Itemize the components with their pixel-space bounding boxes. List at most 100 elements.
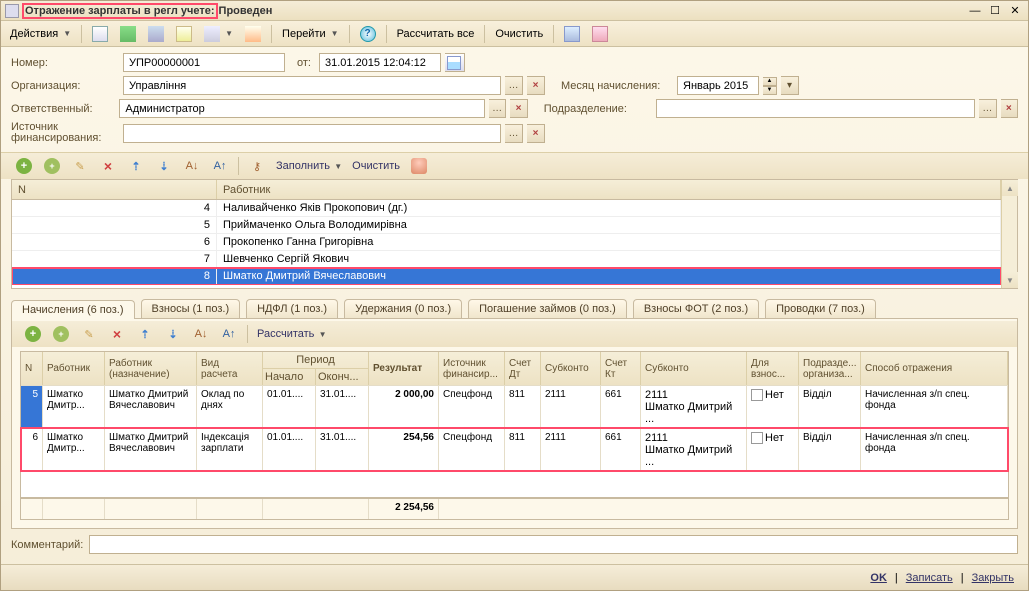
g2h-n[interactable]: N — [21, 352, 43, 385]
checkbox[interactable] — [751, 432, 763, 444]
g2-add2[interactable]: + — [48, 324, 74, 344]
dept-clear[interactable]: × — [1001, 99, 1018, 118]
fund-input[interactable] — [123, 124, 501, 143]
g2h-contr[interactable]: Для взнос... — [747, 352, 799, 385]
dept-input[interactable] — [656, 99, 975, 118]
g2h-kt[interactable]: Счет Кт — [601, 352, 641, 385]
g1-clear[interactable]: Очистить — [348, 158, 404, 174]
tab[interactable]: Взносы ФОТ (2 поз.) — [633, 299, 759, 318]
grid2-total-row: 2 254,56 — [21, 497, 1008, 519]
g2h-sk2[interactable]: Субконто — [641, 352, 747, 385]
g2h-worker-assign[interactable]: Работник (назначение) — [105, 352, 197, 385]
g2h-dept[interactable]: Подразде... организа... — [799, 352, 861, 385]
tb-hier[interactable] — [240, 24, 266, 44]
g2h-calctype[interactable]: Вид расчета — [197, 352, 263, 385]
scroll-up[interactable]: ▲ — [1002, 180, 1018, 196]
minimize-button[interactable]: — — [966, 3, 984, 19]
ok-button[interactable]: OK — [866, 570, 891, 586]
help-icon: ? — [360, 26, 376, 42]
tb-table2[interactable] — [587, 24, 613, 44]
checkbox[interactable] — [751, 389, 763, 401]
org-pick[interactable]: … — [505, 76, 523, 95]
g2-up[interactable]: ⇡ — [132, 324, 158, 344]
g2-calc[interactable]: Рассчитать ▼ — [253, 326, 331, 342]
grid1-row[interactable]: 6Прокопенко Ганна Григорівна — [12, 234, 1001, 251]
date-picker-button[interactable] — [445, 53, 465, 72]
g1-down[interactable]: ⇣ — [151, 156, 177, 176]
g1-person[interactable] — [406, 156, 432, 176]
tab[interactable]: Погашение займов (0 поз.) — [468, 299, 627, 318]
org-clear[interactable]: × — [527, 76, 545, 95]
tb-form[interactable] — [171, 24, 197, 44]
fund-pick[interactable]: … — [505, 124, 523, 143]
g1-del[interactable]: × — [95, 156, 121, 176]
g2-del[interactable]: × — [104, 324, 130, 344]
tb-save-go[interactable] — [115, 24, 141, 44]
maximize-button[interactable]: ☐ — [986, 3, 1004, 19]
resp-input[interactable] — [119, 99, 485, 118]
save-button[interactable]: Записать — [902, 570, 957, 586]
tb-new[interactable] — [87, 24, 113, 44]
tab[interactable]: Начисления (6 поз.) — [11, 300, 135, 319]
window-icon — [5, 4, 19, 18]
g2h-dt[interactable]: Счет Дт — [505, 352, 541, 385]
tb-save[interactable] — [143, 24, 169, 44]
grid1-body[interactable]: 4Наливайченко Яків Прокопович (дг.)5Прий… — [12, 200, 1001, 285]
tb-based[interactable]: ▼ — [199, 24, 238, 44]
g1-up[interactable]: ⇡ — [123, 156, 149, 176]
calc-all-button[interactable]: Рассчитать все — [392, 24, 480, 44]
close-button[interactable]: ✕ — [1006, 3, 1024, 19]
close-button[interactable]: Закрыть — [968, 570, 1018, 586]
g1-sort2[interactable]: A↑ — [207, 156, 233, 176]
scroll-down[interactable]: ▼ — [1002, 272, 1018, 288]
g2-sort[interactable]: A↓ — [188, 324, 214, 344]
g2h-sk1[interactable]: Субконто — [541, 352, 601, 385]
g2-down[interactable]: ⇣ — [160, 324, 186, 344]
grid2-row[interactable]: 6Шматко Дмитр...Шматко Дмитрий Вячеславо… — [21, 428, 1008, 471]
tab[interactable]: НДФЛ (1 поз.) — [246, 299, 338, 318]
tb-help[interactable]: ? — [355, 24, 381, 44]
date-input[interactable] — [319, 53, 441, 72]
g1-sort[interactable]: A↓ — [179, 156, 205, 176]
grid1-row[interactable]: 8Шматко Дмитрий Вячеславович — [12, 268, 1001, 285]
g1-add2[interactable]: + — [39, 156, 65, 176]
grid1-header: N Работник — [12, 180, 1001, 200]
grid2-row[interactable]: 5Шматко Дмитр...Шматко Дмитрий Вячеславо… — [21, 385, 1008, 428]
number-input[interactable] — [123, 53, 285, 72]
tb-table[interactable] — [559, 24, 585, 44]
resp-pick[interactable]: … — [489, 99, 506, 118]
g2h-fund[interactable]: Источник финансир... — [439, 352, 505, 385]
tab[interactable]: Удержания (0 поз.) — [344, 299, 462, 318]
g2-sort2[interactable]: A↑ — [216, 324, 242, 344]
comment-input[interactable] — [89, 535, 1018, 554]
g2h-result[interactable]: Результат — [369, 352, 439, 385]
comment-label: Комментарий: — [11, 539, 83, 551]
g2h-period[interactable]: Период НачалоОконч... — [263, 352, 369, 385]
g2-add[interactable]: + — [20, 324, 46, 344]
clear-button[interactable]: Очистить — [490, 24, 548, 44]
grid1-row[interactable]: 4Наливайченко Яків Прокопович (дг.) — [12, 200, 1001, 217]
g1-edit[interactable]: ✎ — [67, 156, 93, 176]
month-pick[interactable]: ▾ — [781, 76, 799, 95]
g1-hier[interactable]: ⚷ — [244, 156, 270, 176]
month-input[interactable] — [677, 76, 759, 95]
g1-fill[interactable]: Заполнить ▼ — [272, 158, 346, 174]
tab[interactable]: Взносы (1 поз.) — [141, 299, 241, 318]
month-spin[interactable]: ▲▼ — [763, 77, 777, 95]
g1-add[interactable]: + — [11, 156, 37, 176]
g2h-method[interactable]: Способ отражения — [861, 352, 1008, 385]
g2-edit[interactable]: ✎ — [76, 324, 102, 344]
grid1-col-worker[interactable]: Работник — [217, 180, 1001, 199]
resp-clear[interactable]: × — [510, 99, 527, 118]
grid1-col-n[interactable]: N — [12, 180, 217, 199]
org-input[interactable] — [123, 76, 501, 95]
goto-menu[interactable]: Перейти▼ — [277, 24, 344, 44]
grid1-row[interactable]: 7Шевченко Сергій Якович — [12, 251, 1001, 268]
g2h-worker[interactable]: Работник — [43, 352, 105, 385]
fund-clear[interactable]: × — [527, 124, 545, 143]
tab[interactable]: Проводки (7 поз.) — [765, 299, 876, 318]
dept-pick[interactable]: … — [979, 99, 996, 118]
person-icon — [411, 158, 427, 174]
actions-menu[interactable]: Действия▼ — [5, 24, 76, 44]
grid1-row[interactable]: 5Приймаченко Ольга Володимирівна — [12, 217, 1001, 234]
